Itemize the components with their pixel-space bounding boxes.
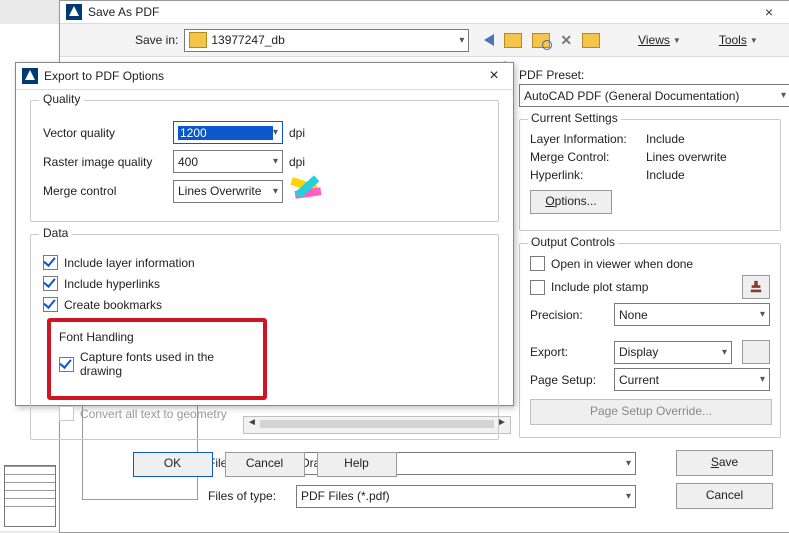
chevron-down-icon: ▾: [273, 127, 278, 138]
merge-control-icon: [291, 179, 321, 203]
chevron-down-icon: ▾: [626, 458, 631, 469]
raster-quality-label: Raster image quality: [43, 155, 173, 169]
save-toolbar: Save in: 13977247_db ▾ ✕ Views▼ Tools▼: [60, 24, 789, 57]
save-in-select[interactable]: 13977247_db ▾: [184, 29, 469, 52]
save-in-value: 13977247_db: [211, 33, 284, 47]
pdf-preset-select[interactable]: AutoCAD PDF (General Documentation) ▾: [519, 84, 789, 107]
plot-stamp-settings-button[interactable]: [742, 275, 770, 299]
precision-label: Precision:: [530, 308, 608, 322]
capture-fonts-checkbox[interactable]: [59, 357, 74, 372]
merge-control-select[interactable]: Lines Overwrite ▾: [173, 180, 283, 203]
vector-quality-input[interactable]: 1200 ▾: [173, 121, 283, 144]
include-plot-stamp-checkbox[interactable]: [530, 280, 545, 295]
precision-select[interactable]: None ▾: [614, 303, 770, 326]
export-window-button[interactable]: [742, 340, 770, 364]
vector-quality-label: Vector quality: [43, 126, 173, 140]
close-icon[interactable]: ×: [475, 67, 513, 85]
save-titlebar: Save As PDF ×: [60, 1, 789, 24]
files-of-type-select[interactable]: PDF Files (*.pdf) ▾: [296, 485, 636, 508]
quality-group: Quality Vector quality 1200 ▾ dpi Raster…: [30, 100, 499, 222]
chevron-down-icon: ▾: [781, 90, 786, 101]
up-folder-icon[interactable]: [504, 33, 522, 48]
save-title: Save As PDF: [88, 5, 159, 19]
back-icon[interactable]: [484, 34, 494, 46]
chevron-down-icon: ▾: [273, 186, 278, 197]
chevron-down-icon: ▾: [626, 491, 631, 502]
export-label: Export:: [530, 345, 608, 359]
folder-icon: [189, 32, 207, 48]
raster-quality-input[interactable]: 400 ▾: [173, 150, 283, 173]
options-title: Export to PDF Options: [44, 69, 164, 83]
page-setup-label: Page Setup:: [530, 373, 608, 387]
merge-control-label: Merge control: [43, 184, 173, 198]
save-button[interactable]: Save: [676, 450, 773, 476]
output-controls-group: Output Controls Open in viewer when done…: [519, 243, 781, 438]
export-pdf-options-dialog: Export to PDF Options × Quality Vector q…: [15, 62, 514, 406]
cancel-button[interactable]: Cancel: [676, 483, 773, 509]
chevron-down-icon: ▾: [722, 347, 727, 358]
autocad-icon: [66, 4, 82, 20]
close-icon[interactable]: ×: [749, 4, 789, 20]
files-of-type-label: Files of type:: [208, 489, 288, 503]
current-settings-group: Current Settings Layer Information:Inclu…: [519, 119, 781, 231]
tools-menu[interactable]: Tools▼: [719, 33, 758, 47]
pdf-preset-label: PDF Preset:: [519, 68, 781, 82]
dialog-button-row: OK Cancel Help: [30, 452, 499, 477]
ok-button[interactable]: OK: [133, 452, 213, 477]
delete-icon[interactable]: ✕: [560, 32, 572, 49]
autocad-icon: [22, 68, 38, 84]
help-button[interactable]: Help: [317, 452, 397, 477]
export-select[interactable]: Display ▾: [614, 341, 732, 364]
include-layer-checkbox[interactable]: [43, 255, 58, 270]
convert-text-checkbox: [59, 406, 74, 421]
include-hyperlinks-checkbox[interactable]: [43, 276, 58, 291]
page-setup-override-button: Page Setup Override...: [530, 399, 772, 425]
stamp-icon: [749, 280, 763, 294]
create-bookmarks-checkbox[interactable]: [43, 297, 58, 312]
font-handling-label: Font Handling: [59, 330, 255, 344]
options-titlebar: Export to PDF Options ×: [16, 63, 513, 90]
options-button[interactable]: Options...: [530, 190, 612, 214]
save-in-label: Save in:: [135, 33, 178, 47]
highlight-box: Font Handling Capture fonts used in the …: [47, 318, 267, 400]
search-folder-icon[interactable]: [532, 33, 550, 48]
data-group: Data Include layer information Include h…: [30, 234, 499, 440]
chevron-down-icon: ▾: [760, 374, 765, 385]
chevron-down-icon: ▾: [273, 156, 278, 167]
open-in-viewer-checkbox[interactable]: [530, 256, 545, 271]
page-setup-select[interactable]: Current ▾: [614, 368, 770, 391]
views-menu[interactable]: Views▼: [638, 33, 681, 47]
cancel-button[interactable]: Cancel: [225, 452, 305, 477]
new-folder-icon[interactable]: [582, 33, 600, 48]
chevron-down-icon: ▾: [760, 309, 765, 320]
chevron-down-icon: ▾: [459, 35, 464, 46]
